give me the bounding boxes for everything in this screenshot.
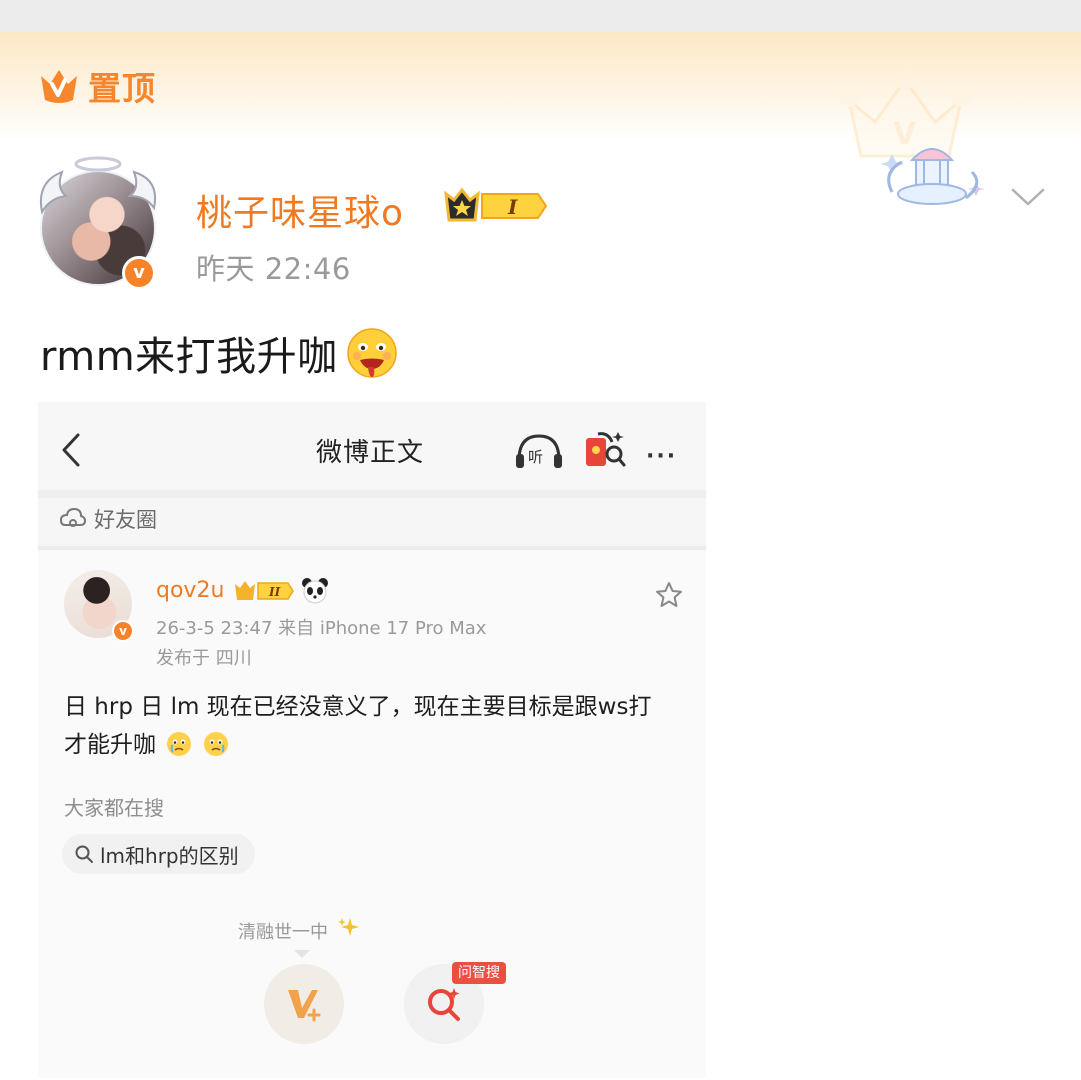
v-plus-icon bbox=[288, 990, 321, 1022]
crying-face-emoji-icon bbox=[203, 732, 228, 756]
embedded-screenshot[interactable]: 微博正文 听 ··· 好友圈 v qov2u II 26-3-5 23:47 来 bbox=[38, 402, 706, 1078]
divider bbox=[38, 490, 706, 498]
tip-text: 清融世一中 bbox=[238, 922, 328, 943]
vip-level-badge[interactable]: I bbox=[438, 186, 550, 226]
embedded-meta: 26-3-5 23:47 来自 iPhone 17 Pro Max bbox=[156, 618, 487, 639]
search-icon bbox=[75, 845, 93, 863]
panda-icon bbox=[302, 578, 328, 604]
chevron-down-icon[interactable] bbox=[1010, 186, 1046, 208]
trending-search-label: lm和hrp的区别 bbox=[100, 843, 239, 868]
verified-badge: v bbox=[122, 256, 156, 290]
embedded-vip-level-text: II bbox=[268, 585, 281, 599]
pinned-indicator: 置顶 bbox=[38, 62, 156, 110]
vip-level-text: I bbox=[507, 195, 518, 219]
status-strip bbox=[0, 0, 1081, 32]
embedded-verified-badge: v bbox=[112, 620, 134, 642]
red-packet-icon bbox=[586, 432, 626, 467]
author-avatar[interactable]: v bbox=[36, 152, 160, 292]
more-options-icon: ··· bbox=[646, 444, 678, 469]
embedded-post-text: 日 hrp 日 lm 现在已经没意义了，现在主要目标是跟ws打才能升咖 bbox=[64, 694, 652, 758]
drooling-face-emoji-icon bbox=[346, 328, 397, 378]
v-plus-button bbox=[264, 964, 344, 1044]
embedded-title: 微博正文 bbox=[316, 438, 425, 468]
ask-badge: 问智搜 bbox=[452, 962, 506, 984]
tip-pointer bbox=[294, 950, 310, 958]
embedded-vip-badge: II bbox=[235, 581, 294, 600]
author-name[interactable]: 桃子味星球o bbox=[196, 184, 404, 236]
embedded-user-name: qov2u bbox=[156, 578, 225, 603]
friend-circle-icon bbox=[60, 507, 86, 527]
listen-headphones-icon: 听 bbox=[516, 434, 562, 468]
pinned-label: 置顶 bbox=[88, 69, 156, 108]
trending-search-chip: lm和hrp的区别 bbox=[62, 834, 255, 874]
embedded-location: 发布于 四川 bbox=[156, 648, 252, 669]
post-text: rmm来打我升咖 bbox=[40, 334, 338, 380]
post-body: rmm来打我升咖 bbox=[40, 324, 398, 382]
back-arrow-icon bbox=[62, 433, 80, 467]
embedded-post-body: 日 hrp 日 lm 现在已经没意义了，现在主要目标是跟ws打才能升咖 bbox=[64, 688, 674, 764]
crying-face-emoji-icon bbox=[167, 732, 192, 756]
pinned-banner: V bbox=[0, 32, 1081, 158]
trending-search-title: 大家都在搜 bbox=[64, 796, 164, 820]
smart-search-icon bbox=[428, 988, 460, 1021]
carousel-decoration-icon bbox=[880, 148, 985, 205]
angel-wings-frame-icon bbox=[40, 156, 156, 215]
friend-circle-label: 好友圈 bbox=[94, 508, 157, 532]
crown-v-icon bbox=[41, 70, 77, 103]
post-timestamp: 昨天 22:46 bbox=[196, 252, 351, 286]
sparkle-icon bbox=[338, 918, 359, 936]
svg-text:听: 听 bbox=[528, 448, 543, 466]
favorite-star-icon bbox=[656, 582, 682, 607]
